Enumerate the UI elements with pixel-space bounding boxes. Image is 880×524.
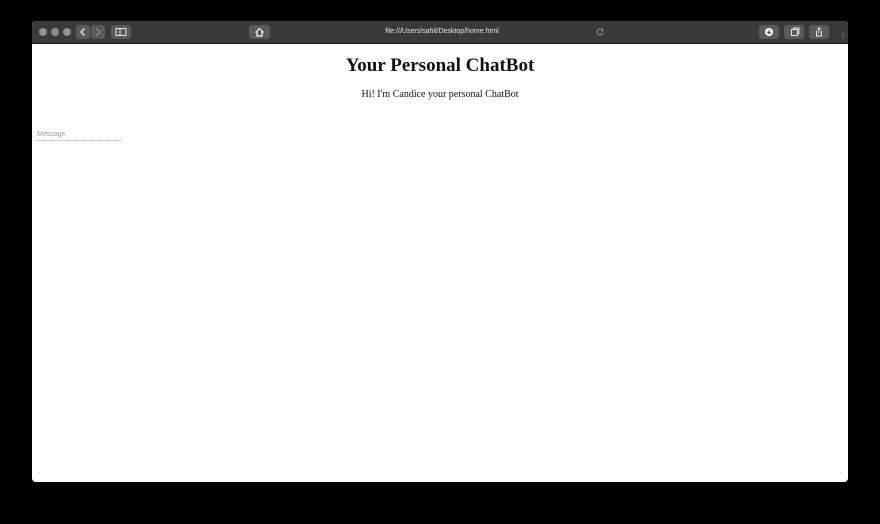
page-title: Your Personal ChatBot — [345, 55, 535, 76]
back-button[interactable] — [76, 25, 90, 39]
home-icon — [255, 27, 264, 37]
reload-button[interactable] — [595, 25, 605, 39]
more-options-icon[interactable] — [841, 28, 845, 40]
chatbot-greeting: Hi! I'm Candice your personal ChatBot — [361, 89, 519, 100]
address-bar[interactable]: file:///Users/sahil/Desktop/home.html — [332, 25, 552, 39]
minimize-window-button[interactable] — [51, 28, 59, 36]
home-button[interactable] — [249, 25, 270, 39]
share-icon — [816, 26, 822, 37]
download-icon — [765, 28, 773, 36]
tabs-icon — [791, 27, 800, 36]
page-content: Your Personal ChatBot Hi! I'm Candice yo… — [32, 44, 848, 482]
sidebar-icon — [115, 28, 127, 36]
chevron-left-icon — [80, 28, 85, 36]
sidebar-button[interactable] — [111, 25, 131, 39]
reload-icon — [596, 28, 604, 36]
share-button[interactable] — [809, 25, 829, 39]
close-window-button[interactable] — [39, 28, 47, 36]
chevron-right-icon — [96, 28, 101, 36]
forward-button[interactable] — [91, 25, 105, 39]
browser-window: file:///Users/sahil/Desktop/home.html Yo… — [32, 21, 848, 482]
downloads-button[interactable] — [759, 25, 779, 39]
browser-toolbar: file:///Users/sahil/Desktop/home.html — [32, 21, 848, 44]
vertical-dots-icon — [842, 33, 844, 38]
message-input[interactable] — [37, 130, 121, 141]
tabs-button[interactable] — [784, 25, 804, 39]
zoom-window-button[interactable] — [63, 28, 71, 36]
